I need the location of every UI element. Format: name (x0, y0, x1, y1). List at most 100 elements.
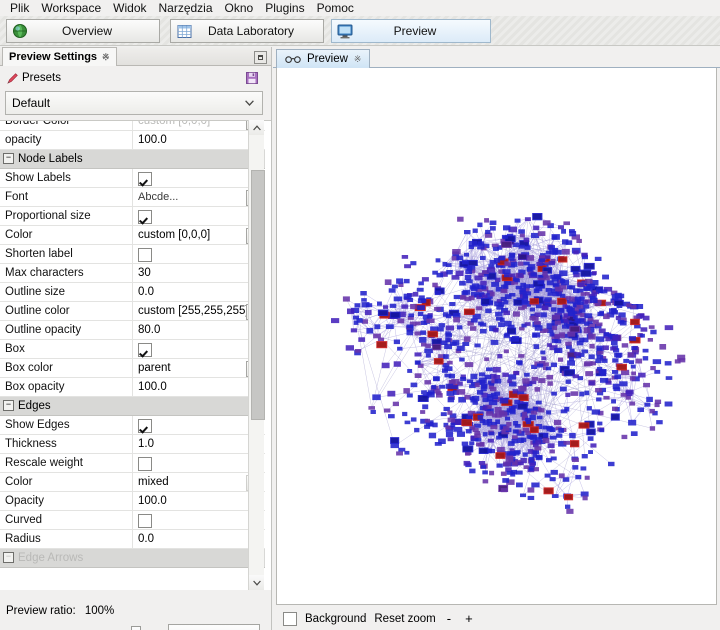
property-table: Border Colorcustom [0,0,0]...opacity100.… (0, 121, 265, 568)
menu-item-workspace[interactable]: Workspace (35, 0, 107, 16)
property-key: Outline color (0, 301, 133, 321)
group-expander-icon[interactable]: − (3, 153, 14, 165)
menu-item-widok[interactable]: Widok (107, 0, 152, 16)
menu-item-narzedzia[interactable]: Narzędzia (153, 0, 219, 16)
property-checkbox[interactable] (138, 418, 152, 433)
reset-zoom-button[interactable]: Reset zoom (374, 613, 435, 625)
property-value-cell[interactable]: 30 (132, 263, 265, 283)
property-list-scrollbar[interactable] (248, 120, 265, 590)
property-row[interactable]: Thickness 1.0 (0, 434, 265, 454)
menu-item-okno[interactable]: Okno (219, 0, 260, 16)
property-value-cell[interactable]: 100.0 (132, 491, 265, 511)
group-expander-icon[interactable]: − (3, 552, 14, 564)
property-value-cell[interactable] (132, 510, 265, 530)
property-value-cell[interactable]: mixed... (132, 472, 265, 492)
property-group-row[interactable]: − Edge Arrows (0, 548, 265, 568)
property-group-row[interactable]: − Node Labels (0, 149, 265, 169)
property-value-cell[interactable] (132, 168, 265, 188)
property-checkbox[interactable] (138, 513, 152, 528)
property-checkbox[interactable] (138, 342, 152, 357)
network-graph (331, 213, 686, 514)
property-value-cell[interactable] (132, 339, 265, 359)
zoom-out-button[interactable]: - (444, 611, 454, 626)
globe-icon (9, 20, 31, 42)
scroll-down-icon[interactable] (249, 575, 264, 590)
scroll-up-icon[interactable] (249, 120, 264, 135)
presets-label: Presets (22, 72, 61, 84)
menu-item-pomoc[interactable]: Pomoc (311, 0, 360, 16)
property-value-cell[interactable]: custom [0,0,0]... (132, 225, 265, 245)
property-row[interactable]: Box opacity 100.0 (0, 377, 265, 397)
scrollbar-thumb[interactable] (251, 170, 265, 420)
property-value-cell[interactable]: 0.0 (132, 529, 265, 549)
property-key: Color (0, 225, 133, 245)
property-group-label: Edge Arrows (18, 552, 84, 564)
property-row[interactable]: FontAbcde...... (0, 187, 265, 207)
save-icon[interactable] (246, 72, 258, 84)
property-row[interactable]: Max characters 30 (0, 263, 265, 283)
property-value-cell[interactable]: parent... (132, 358, 265, 378)
property-value-cell[interactable] (132, 206, 265, 226)
preview-settings-tab[interactable]: Preview Settings ※ (2, 47, 117, 66)
preview-ratio-text: Preview ratio: (6, 605, 76, 617)
tab-preview[interactable]: Preview (331, 19, 491, 43)
property-row[interactable]: Show Labels (0, 168, 265, 188)
presets-row: Presets (0, 66, 272, 90)
property-value-cell[interactable]: 1.0 (132, 434, 265, 454)
property-value-cell[interactable] (132, 244, 265, 264)
property-checkbox[interactable] (138, 171, 152, 186)
group-expander-icon[interactable]: − (3, 400, 14, 412)
property-row[interactable]: Outline opacity 80.0 (0, 320, 265, 340)
property-value-cell[interactable] (132, 415, 265, 435)
property-checkbox[interactable] (138, 209, 152, 224)
background-label: Background (305, 612, 367, 625)
property-value-cell[interactable]: custom [0,0,0]... (132, 121, 265, 131)
property-value-cell[interactable]: 80.0 (132, 320, 265, 340)
property-value: 1.0 (138, 438, 154, 450)
preview-ratio-value: 100% (84, 605, 115, 617)
property-row[interactable]: Shorten label (0, 244, 265, 264)
property-row[interactable]: Border Colorcustom [0,0,0]... (0, 121, 265, 131)
menu-item-plik[interactable]: Plik (4, 0, 35, 16)
property-row[interactable]: opacity 100.0 (0, 130, 265, 150)
menu-item-plugins[interactable]: Plugins (259, 0, 310, 16)
preview-ratio-slider-thumb[interactable] (131, 626, 141, 630)
minimize-icon[interactable] (254, 51, 267, 64)
property-row[interactable]: Proportional size (0, 206, 265, 226)
zoom-in-button[interactable]: + (462, 611, 476, 626)
close-icon[interactable]: ※ (354, 54, 362, 65)
close-icon[interactable]: ※ (102, 52, 110, 63)
property-row[interactable]: Show Edges (0, 415, 265, 435)
property-row[interactable]: Outline colorcustom [255,255,255]... (0, 301, 265, 321)
refresh-button[interactable]: Refresh (168, 624, 260, 630)
property-row[interactable]: Box (0, 339, 265, 359)
preview-tab[interactable]: Preview ※ (276, 49, 371, 68)
graph-canvas[interactable] (276, 68, 717, 605)
tab-overview[interactable]: Overview (6, 19, 160, 43)
property-row[interactable]: Opacity 100.0 (0, 491, 265, 511)
property-row[interactable]: Box colorparent... (0, 358, 265, 378)
property-key: Show Edges (0, 415, 133, 435)
property-row[interactable]: Colormixed... (0, 472, 265, 492)
property-row[interactable]: Rescale weight (0, 453, 265, 473)
property-group-row[interactable]: − Edges (0, 396, 265, 416)
property-row[interactable]: Colorcustom [0,0,0]... (0, 225, 265, 245)
property-checkbox[interactable] (138, 247, 152, 262)
property-row[interactable]: Radius 0.0 (0, 529, 265, 549)
property-value: 80.0 (138, 324, 161, 336)
property-row[interactable]: Curved (0, 510, 265, 530)
preview-tab-label: Preview (307, 53, 348, 65)
preset-select[interactable]: Default (5, 91, 263, 115)
property-row[interactable]: Outline size 0.0 (0, 282, 265, 302)
property-value-cell[interactable]: 100.0 (132, 130, 265, 150)
property-checkbox[interactable] (138, 456, 152, 471)
background-checkbox[interactable] (283, 612, 297, 626)
property-value-cell[interactable]: Abcde...... (132, 187, 265, 207)
property-value-cell[interactable]: custom [255,255,255]... (132, 301, 265, 321)
tab-data-laboratory[interactable]: Data Laboratory (170, 19, 324, 43)
property-value-cell[interactable] (132, 453, 265, 473)
property-value-cell[interactable]: 0.0 (132, 282, 265, 302)
property-value-cell[interactable]: 100.0 (132, 377, 265, 397)
property-list[interactable]: Border Colorcustom [0,0,0]...opacity100.… (0, 120, 272, 590)
panel-divider (271, 47, 272, 630)
